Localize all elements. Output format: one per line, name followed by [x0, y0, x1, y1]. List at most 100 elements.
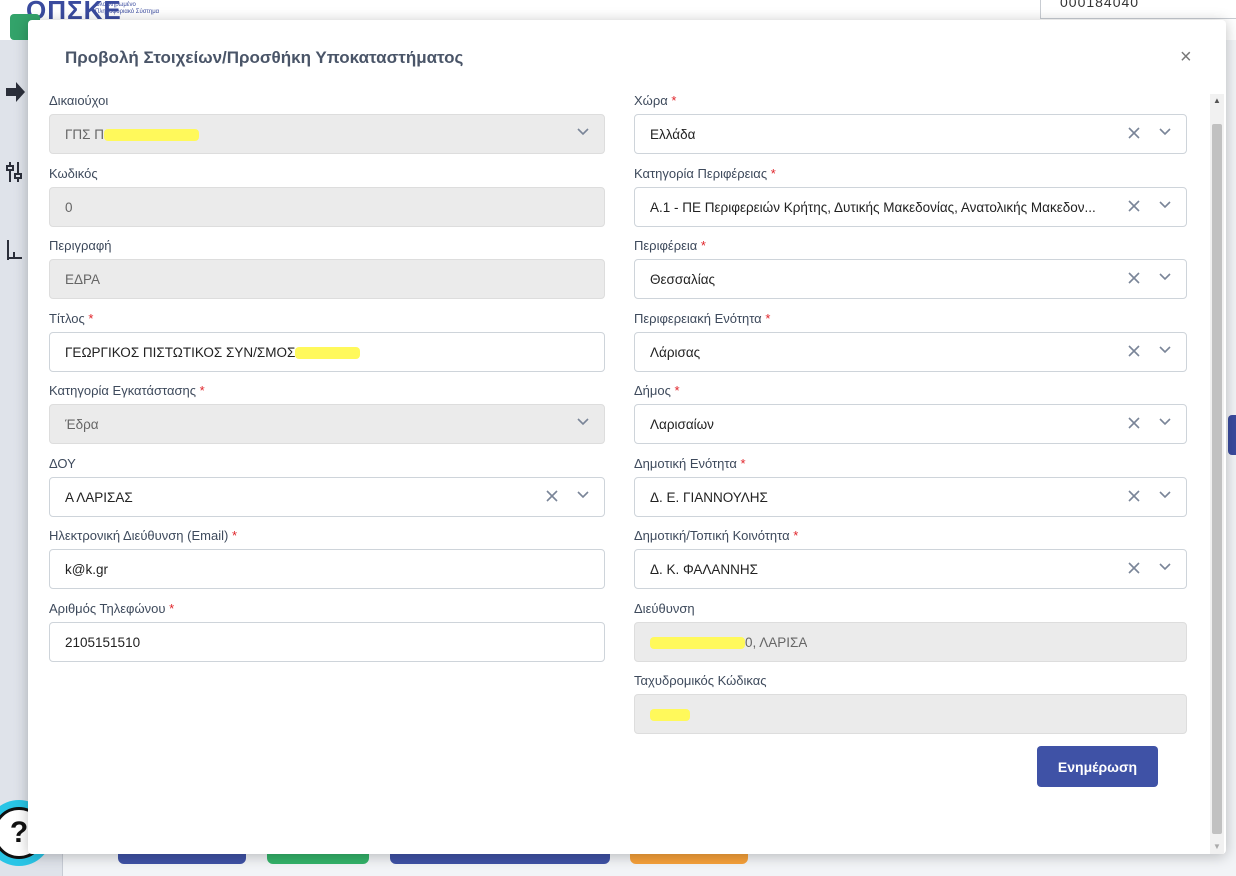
field-label-text: Περιγραφή: [49, 238, 112, 253]
chevron-down-icon[interactable]: [1158, 269, 1172, 285]
chevron-down-icon[interactable]: [576, 487, 590, 503]
document-icon[interactable]: [4, 238, 24, 262]
select-field[interactable]: Ελλάδα: [634, 114, 1187, 154]
field-label: Δημοτική Ενότητα *: [634, 455, 1187, 473]
form-field: Περιφερειακή Ενότητα * Λάρισας: [634, 310, 1187, 372]
field-label: Κατηγορία Εγκατάστασης *: [49, 382, 605, 400]
filters-icon[interactable]: [4, 160, 24, 184]
clear-icon[interactable]: [1127, 560, 1141, 576]
clear-icon[interactable]: [1127, 270, 1141, 286]
required-marker: *: [700, 238, 706, 253]
input-field: 0, ΛΑΡΙΣΑ: [634, 621, 1187, 662]
field-label: Δικαιούχοι: [49, 92, 605, 110]
redaction-highlight: [295, 346, 361, 359]
select-field[interactable]: Θεσσαλίας: [634, 259, 1187, 299]
field-label-text: Δημοτική Ενότητα: [634, 455, 737, 471]
scroll-up-arrow[interactable]: ▲: [1210, 94, 1224, 108]
required-marker: *: [793, 528, 799, 543]
update-button[interactable]: Ενημέρωση: [1037, 746, 1158, 787]
select-field[interactable]: Λαρισαίων: [634, 404, 1187, 444]
required-marker: *: [169, 600, 175, 616]
clear-icon[interactable]: [1127, 415, 1141, 431]
scroll-thumb[interactable]: [1212, 124, 1222, 834]
form-field: Δημοτική/Τοπική Κοινότητα * Δ. Κ. ΦΑΛΑΝΝΗ…: [634, 527, 1187, 589]
field-label-text: Ταχυδρομικός Κώδικας: [634, 673, 767, 688]
field-label-text: Διεύθυνση: [634, 600, 695, 616]
field-value: ΕΔΡΑ: [65, 272, 101, 287]
field-label: Ηλεκτρονική Διεύθυνση (Email) *: [49, 527, 605, 545]
required-marker: *: [671, 93, 677, 108]
field-label-text: Χώρα: [634, 93, 668, 108]
form-field: Δήμος * Λαρισαίων: [634, 382, 1187, 444]
branch-modal: Προβολή Στοιχείων/Προσθήκη Υποκαταστήματ…: [28, 20, 1226, 854]
required-marker: *: [770, 165, 776, 181]
chevron-down-icon[interactable]: [1158, 414, 1172, 430]
clear-icon[interactable]: [1127, 125, 1141, 141]
redaction-highlight: [650, 636, 745, 649]
arrow-icon[interactable]: [4, 80, 25, 104]
select-field[interactable]: Λάρισας: [634, 331, 1187, 372]
clear-icon[interactable]: [1127, 343, 1141, 359]
clear-icon[interactable]: [545, 488, 559, 504]
field-label-text: ΔΟΥ: [49, 455, 76, 471]
side-tab[interactable]: [1228, 415, 1236, 455]
form-field: Κατηγορία Εγκατάστασης * Έδρα: [49, 382, 605, 444]
field-label: Περιγραφή: [49, 237, 605, 255]
field-value: 2105151510: [65, 634, 141, 650]
modal-scrollbar[interactable]: ▲ ▼: [1210, 94, 1224, 854]
form-field: Ηλεκτρονική Διεύθυνση (Email) * k@k.gr: [49, 527, 605, 589]
field-label: Ταχυδρομικός Κώδικας: [634, 672, 1187, 690]
scroll-down-arrow[interactable]: ▼: [1210, 840, 1224, 854]
field-label: Κωδικός: [49, 165, 605, 183]
field-label-text: Αριθμός Τηλεφώνου: [49, 600, 166, 616]
field-value: Λαρισαίων: [650, 417, 714, 432]
form-field: Διεύθυνση 0, ΛΑΡΙΣΑ: [634, 600, 1187, 662]
field-value: k@k.gr: [65, 562, 108, 577]
chevron-down-icon[interactable]: [1158, 124, 1172, 140]
select-field[interactable]: Δ. Κ. ΦΑΛΑΝΝΗΣ: [634, 549, 1187, 589]
form-field: Αριθμός Τηλεφώνου * 2105151510: [49, 600, 605, 662]
required-marker: *: [740, 455, 746, 471]
field-value: Α.1 - ΠΕ Περιφερειών Κρήτης, Δυτικής Μακ…: [650, 199, 1096, 215]
form-field: Χώρα * Ελλάδα: [634, 92, 1187, 154]
form-field: ΔΟΥ Α ΛΑΡΙΣΑΣ: [49, 455, 605, 517]
form-field: Κατηγορία Περιφέρειας * Α.1 - ΠΕ Περιφερε…: [634, 165, 1187, 227]
clear-icon[interactable]: [1127, 198, 1141, 214]
field-label: Τίτλος *: [49, 310, 605, 328]
field-label-text: Τίτλος: [49, 310, 85, 326]
chevron-down-icon[interactable]: [576, 414, 590, 430]
input-field[interactable]: 2105151510: [49, 621, 605, 662]
input-field[interactable]: ΓΕΩΡΓΙΚΟΣ ΠΙΣΤΩΤΙΚΟΣ ΣΥΝ/ΣΜΟΣ: [49, 331, 605, 372]
field-label-text: Περιφερειακή Ενότητα: [634, 310, 762, 326]
field-value: Δ. Ε. ΓΙΑΝΝΟΥΛΗΣ: [650, 489, 768, 505]
field-value: ΓΕΩΡΓΙΚΟΣ ΠΙΣΤΩΤΙΚΟΣ ΣΥΝ/ΣΜΟΣ: [65, 345, 361, 360]
field-value: Ελλάδα: [650, 127, 696, 142]
field-label: Κατηγορία Περιφέρειας *: [634, 165, 1187, 183]
chevron-down-icon[interactable]: [1158, 487, 1172, 503]
field-label-text: Κατηγορία Εγκατάστασης: [49, 383, 197, 398]
field-value: 0, ΛΑΡΙΣΑ: [650, 635, 807, 650]
required-marker: *: [231, 528, 237, 543]
close-icon[interactable]: ×: [1180, 46, 1192, 69]
form-field: Ταχυδρομικός Κώδικας: [634, 672, 1187, 734]
field-value: [650, 707, 690, 722]
chevron-down-icon[interactable]: [1158, 342, 1172, 358]
select-field[interactable]: Δ. Ε. ΓΙΑΝΝΟΥΛΗΣ: [634, 476, 1187, 517]
logo-subtitle-line-2: Πληροφοριακό Σύστημα: [95, 9, 160, 15]
form-field: Τίτλος * ΓΕΩΡΓΙΚΟΣ ΠΙΣΤΩΤΙΚΟΣ ΣΥΝ/ΣΜΟΣ: [49, 310, 605, 372]
input-field[interactable]: k@k.gr: [49, 549, 605, 589]
select-field: Έδρα: [49, 404, 605, 444]
modal-title: Προβολή Στοιχείων/Προσθήκη Υποκαταστήματ…: [65, 48, 464, 67]
field-value: Δ. Κ. ΦΑΛΑΝΝΗΣ: [650, 562, 759, 577]
chevron-down-icon[interactable]: [1158, 559, 1172, 575]
select-field[interactable]: Α.1 - ΠΕ Περιφερειών Κρήτης, Δυτικής Μακ…: [634, 186, 1187, 227]
app-logo-subtitle: Ολοκληρωμένο Πληροφοριακό Σύστημα: [95, 2, 159, 16]
chevron-down-icon[interactable]: [1158, 197, 1172, 213]
select-field[interactable]: Α ΛΑΡΙΣΑΣ: [49, 476, 605, 517]
field-label: Δήμος *: [634, 382, 1187, 400]
field-label-text: Δικαιούχοι: [49, 93, 109, 108]
redaction-highlight: [104, 129, 200, 142]
clear-icon[interactable]: [1127, 488, 1141, 504]
field-value: Α ΛΑΡΙΣΑΣ: [65, 489, 133, 505]
chevron-down-icon[interactable]: [576, 124, 590, 140]
